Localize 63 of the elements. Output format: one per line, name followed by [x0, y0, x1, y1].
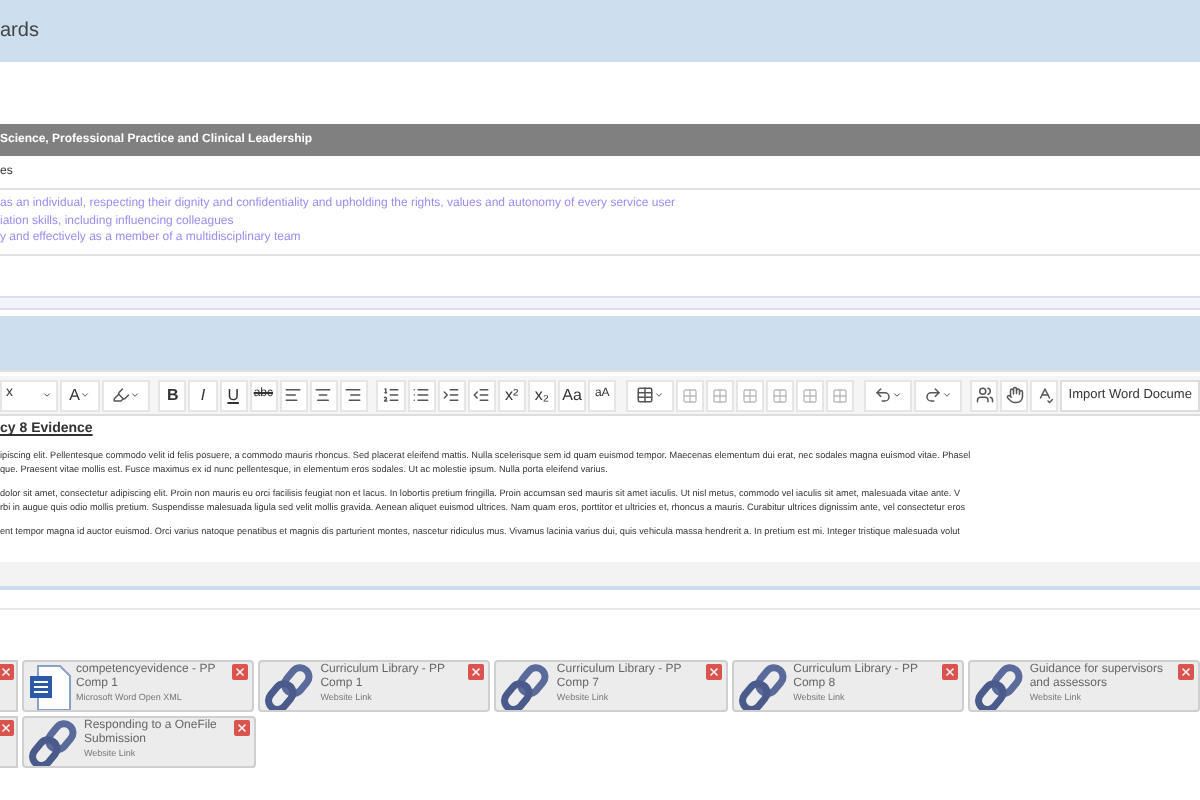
grid-icon	[832, 387, 849, 403]
bold-button[interactable]: B	[158, 379, 187, 411]
align-center-button[interactable]	[309, 379, 338, 411]
close-icon[interactable]	[234, 720, 250, 736]
word-document-icon	[28, 664, 72, 710]
indent-icon	[442, 386, 461, 404]
close-icon[interactable]	[468, 664, 485, 680]
subscript-button[interactable]: x₂	[527, 379, 556, 411]
users-icon	[975, 386, 994, 404]
align-right-icon	[344, 386, 363, 404]
italic-button[interactable]: I	[188, 379, 218, 411]
close-icon[interactable]	[232, 664, 249, 680]
hand-icon	[1005, 386, 1024, 404]
close-icon[interactable]	[0, 664, 14, 680]
outdent-button[interactable]	[467, 379, 496, 411]
highlight-button[interactable]	[101, 379, 150, 411]
hand-button[interactable]	[1000, 379, 1029, 411]
table-icon	[635, 386, 654, 404]
align-center-icon	[314, 386, 333, 404]
superscript-button[interactable]: x²	[497, 379, 526, 411]
grid-icon	[771, 387, 788, 403]
font-color-button[interactable]: A	[59, 379, 100, 411]
grid-icon	[711, 387, 728, 403]
chain-link-icon	[264, 664, 317, 710]
close-icon[interactable]	[0, 720, 14, 736]
chain-link-icon	[500, 664, 553, 710]
ordered-list-button[interactable]	[376, 379, 406, 411]
outdent-icon	[472, 386, 491, 404]
users-button[interactable]	[970, 379, 999, 411]
caret-icon	[891, 390, 902, 400]
caret-icon	[941, 390, 952, 400]
underline-button[interactable]: U	[219, 379, 248, 411]
spellcheck-button[interactable]	[1030, 379, 1059, 411]
grid-icon	[741, 387, 758, 403]
chain-link-icon	[973, 664, 1026, 710]
chain-link-icon	[737, 664, 790, 710]
table-button[interactable]	[625, 379, 674, 411]
redo-button[interactable]	[913, 379, 962, 411]
grid-icon	[681, 387, 698, 403]
numbered-list-icon	[381, 386, 400, 404]
caret-icon	[129, 390, 140, 400]
undo-button[interactable]	[863, 379, 912, 411]
close-icon[interactable]	[941, 664, 958, 680]
close-icon[interactable]	[1178, 664, 1195, 680]
bullet-list-icon	[412, 386, 431, 404]
caret-icon	[653, 390, 664, 400]
align-left-button[interactable]	[279, 379, 308, 411]
chain-link-icon	[28, 720, 80, 766]
uppercase-button[interactable]: Aa	[557, 379, 587, 411]
align-left-icon	[284, 386, 303, 404]
undo-icon	[873, 386, 892, 404]
bullet-list-button[interactable]	[407, 379, 436, 411]
redo-icon	[923, 386, 942, 404]
caret-icon	[41, 390, 52, 400]
page-title: ards	[0, 18, 39, 46]
spellcheck-icon	[1035, 386, 1054, 404]
indent-button[interactable]	[437, 379, 466, 411]
close-icon[interactable]	[705, 664, 722, 680]
align-right-button[interactable]	[339, 379, 368, 411]
grid-icon	[802, 387, 819, 403]
highlighter-icon	[111, 386, 130, 404]
caret-icon	[79, 390, 90, 400]
input-field[interactable]	[0, 562, 1200, 590]
